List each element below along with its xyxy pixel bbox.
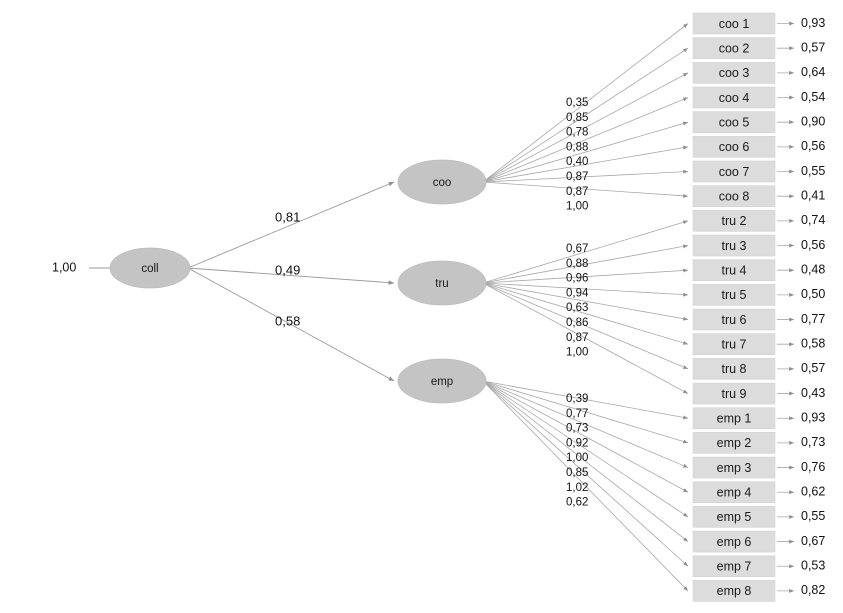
indicator-label-tru-1: tru 2 (721, 214, 746, 228)
residual-value-tru-7: 0,57 (801, 361, 825, 375)
diagram-canvas: 1,00 0,81 0,49 0,58 coll coo 1 0,93 0,35 coo 2 0,… (52, 12, 825, 602)
indicator-label-emp-2: emp 2 (717, 436, 752, 450)
residual-value-tru-4: 0,50 (801, 287, 825, 301)
root-variance-label: 1,00 (52, 260, 76, 274)
residual-value-emp-5: 0,55 (801, 509, 825, 523)
loading-value-tru-1: 0,67 (566, 243, 588, 255)
indicator-label-emp-4: emp 4 (717, 486, 752, 500)
loading-value-tru-8: 1,00 (566, 347, 588, 359)
loading-value-emp-1: 0,39 (566, 393, 588, 405)
residual-value-tru-6: 0,58 (801, 337, 825, 351)
loading-value-coo-5: 0,40 (566, 156, 588, 168)
path-lines-layer (89, 21, 794, 593)
residual-value-tru-2: 0,56 (801, 238, 825, 252)
loading-value-emp-5: 1,00 (566, 452, 588, 464)
indicator-label-coo-2: coo 2 (719, 41, 750, 55)
residual-value-emp-1: 0,93 (801, 411, 825, 425)
indicator-label-tru-3: tru 4 (721, 263, 746, 277)
loading-path-coo-4 (482, 97, 689, 183)
residual-value-tru-8: 0,43 (801, 386, 825, 400)
indicator-label-tru-2: tru 3 (721, 239, 746, 253)
loading-value-tru-7: 0,87 (566, 332, 588, 344)
latent-label-coll: coll (141, 263, 158, 275)
residual-value-emp-8: 0,82 (801, 583, 825, 597)
indicator-label-emp-3: emp 3 (717, 461, 752, 475)
loading-value-coo-8: 1,00 (566, 201, 588, 213)
indicator-label-coo-1: coo 1 (719, 17, 750, 31)
residual-value-coo-2: 0,57 (801, 40, 825, 54)
node-shapes-layer (109, 12, 776, 602)
latent-label-tru: tru (435, 278, 448, 290)
residual-value-coo-7: 0,55 (801, 164, 825, 178)
residual-value-coo-4: 0,54 (801, 90, 825, 104)
indicator-label-coo-3: coo 3 (719, 66, 750, 80)
indicator-label-coo-4: coo 4 (719, 91, 750, 105)
indicator-label-tru-4: tru 5 (721, 288, 746, 302)
residual-value-emp-6: 0,67 (801, 534, 825, 548)
loading-value-emp-4: 0,92 (566, 437, 588, 449)
indicator-label-tru-5: tru 6 (721, 313, 746, 327)
residual-value-coo-1: 0,93 (801, 16, 825, 30)
loading-value-coo-7: 0,87 (566, 186, 588, 198)
path-coefficient-tru: 0,49 (275, 262, 300, 277)
residual-value-emp-7: 0,53 (801, 559, 825, 573)
loading-value-coo-2: 0,85 (566, 112, 588, 124)
indicator-label-coo-6: coo 6 (719, 140, 750, 154)
loading-value-emp-2: 0,77 (566, 408, 588, 420)
latent-label-emp: emp (431, 376, 453, 388)
residual-value-coo-6: 0,56 (801, 139, 825, 153)
loading-value-tru-5: 0,63 (566, 302, 588, 314)
loading-value-emp-3: 0,73 (566, 423, 588, 435)
indicator-label-coo-7: coo 7 (719, 165, 750, 179)
loading-value-emp-7: 1,02 (566, 482, 588, 494)
residual-value-coo-5: 0,90 (801, 114, 825, 128)
residual-value-coo-3: 0,64 (801, 65, 825, 79)
loading-value-coo-3: 0,78 (566, 127, 588, 139)
loading-value-tru-4: 0,94 (566, 287, 589, 299)
residual-value-emp-4: 0,62 (801, 485, 825, 499)
indicator-label-coo-8: coo 8 (719, 189, 750, 203)
residual-value-coo-8: 0,41 (801, 188, 825, 202)
loading-value-coo-1: 0,35 (566, 97, 588, 109)
structural-path-coo (187, 181, 395, 269)
indicator-label-emp-8: emp 8 (717, 584, 752, 598)
indicator-label-tru-8: tru 9 (721, 387, 746, 401)
loading-value-coo-4: 0,88 (566, 141, 588, 153)
indicator-label-tru-7: tru 8 (721, 362, 746, 376)
sem-path-diagram: 1,00 0,81 0,49 0,58 coll coo 1 0,93 0,35 coo 2 0,… (0, 0, 843, 613)
loading-value-tru-3: 0,96 (566, 273, 588, 285)
loading-value-coo-6: 0,87 (566, 171, 588, 183)
loading-value-tru-6: 0,86 (566, 317, 588, 329)
residual-value-emp-3: 0,76 (801, 460, 825, 474)
indicator-label-emp-1: emp 1 (717, 412, 752, 426)
indicator-label-tru-6: tru 7 (721, 338, 746, 352)
latent-label-coo: coo (433, 177, 452, 189)
residual-value-emp-2: 0,73 (801, 435, 825, 449)
residual-value-tru-3: 0,48 (801, 262, 825, 276)
residual-value-tru-5: 0,77 (801, 312, 825, 326)
loading-value-emp-6: 0,85 (566, 467, 588, 479)
indicator-label-emp-6: emp 6 (717, 535, 752, 549)
indicator-label-emp-5: emp 5 (717, 510, 752, 524)
residual-value-tru-1: 0,74 (801, 213, 825, 227)
path-coefficient-coo: 0,81 (275, 209, 300, 224)
loading-value-tru-2: 0,88 (566, 258, 588, 270)
path-coefficient-emp: 0,58 (275, 313, 300, 328)
indicator-label-emp-7: emp 7 (717, 560, 752, 574)
indicator-label-coo-5: coo 5 (719, 115, 750, 129)
loading-value-emp-8: 0,62 (566, 497, 588, 509)
